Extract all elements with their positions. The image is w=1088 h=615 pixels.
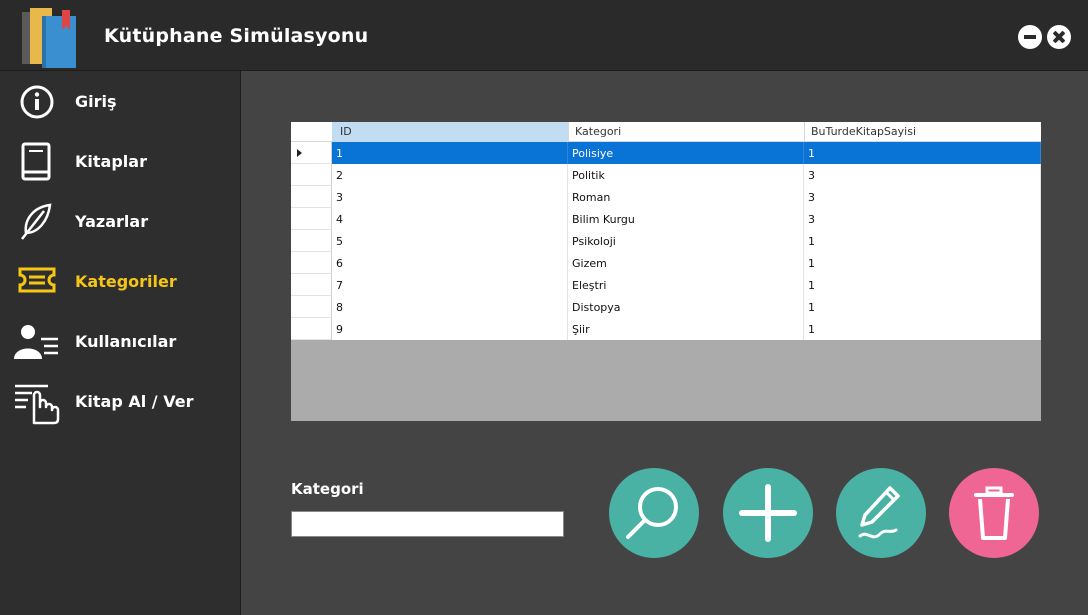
current-row-pointer-icon <box>297 149 302 157</box>
sidebar-item-yazarlar[interactable]: Yazarlar <box>0 195 240 247</box>
trash-icon <box>974 486 1014 540</box>
cell-count[interactable]: 1 <box>804 230 1041 252</box>
row-header[interactable] <box>291 142 332 164</box>
cell-id[interactable]: 2 <box>332 164 568 186</box>
cell-count[interactable]: 1 <box>804 296 1041 318</box>
sidebar-item-kitaplar[interactable]: Kitaplar <box>0 135 240 187</box>
column-header-count[interactable]: BuTurdeKitapSayisi <box>804 122 1041 142</box>
feather-icon <box>21 203 52 240</box>
table-row[interactable]: 3 Roman 3 <box>332 186 1041 208</box>
column-header-kategori[interactable]: Kategori <box>568 122 804 142</box>
add-button[interactable] <box>723 468 813 558</box>
sidebar-item-giris[interactable]: Giriş <box>0 75 240 127</box>
kategori-input[interactable] <box>291 511 564 537</box>
cell-count[interactable]: 1 <box>804 252 1041 274</box>
column-header-id[interactable]: ID <box>332 122 568 142</box>
edit-button[interactable] <box>836 468 926 558</box>
row-header[interactable] <box>291 230 332 252</box>
sidebar-item-label: Kitaplar <box>75 152 147 171</box>
sidebar-item-label: Yazarlar <box>75 212 149 231</box>
table-row[interactable]: 5 Psikoloji 1 <box>332 230 1041 252</box>
cell-id[interactable]: 3 <box>332 186 568 208</box>
row-header[interactable] <box>291 274 332 296</box>
minimize-button[interactable] <box>1018 25 1042 49</box>
cell-kategori[interactable]: Psikoloji <box>568 230 804 252</box>
tag-icon <box>18 267 56 293</box>
table-header: ID Kategori BuTurdeKitapSayisi <box>291 122 1041 142</box>
kategori-table[interactable]: ID Kategori BuTurdeKitapSayisi 1 Polisiye… <box>291 122 1041 421</box>
cell-kategori[interactable]: Eleştri <box>568 274 804 296</box>
sidebar-item-kategoriler[interactable]: Kategoriler <box>0 255 240 307</box>
book-icon <box>21 142 51 181</box>
sidebar-item-kitap-al-ver[interactable]: Kitap Al / Ver <box>0 375 240 427</box>
cell-count[interactable]: 1 <box>804 274 1041 296</box>
table-row[interactable]: 6 Gizem 1 <box>332 252 1041 274</box>
cell-kategori[interactable]: Roman <box>568 186 804 208</box>
cell-kategori[interactable]: Gizem <box>568 252 804 274</box>
pencil-icon <box>858 486 900 539</box>
kategori-label: Kategori <box>291 480 364 498</box>
delete-button[interactable] <box>949 468 1039 558</box>
sidebar-item-kullanicilar[interactable]: Kullanıcılar <box>0 315 240 367</box>
plus-icon <box>739 484 797 542</box>
search-icon <box>626 487 678 539</box>
cell-count[interactable]: 1 <box>804 318 1041 340</box>
table-row[interactable]: 1 Polisiye 1 <box>332 142 1041 164</box>
cell-id[interactable]: 4 <box>332 208 568 230</box>
row-header[interactable] <box>291 318 332 340</box>
row-header[interactable] <box>291 208 332 230</box>
cell-kategori[interactable]: Bilim Kurgu <box>568 208 804 230</box>
cell-id[interactable]: 6 <box>332 252 568 274</box>
title-bar: Kütüphane Simülasyonu <box>0 0 1088 71</box>
cell-kategori[interactable]: Politik <box>568 164 804 186</box>
cell-count[interactable]: 3 <box>804 164 1041 186</box>
row-header[interactable] <box>291 164 332 186</box>
table-row[interactable]: 2 Politik 3 <box>332 164 1041 186</box>
cell-kategori[interactable]: Şiir <box>568 318 804 340</box>
row-header[interactable] <box>291 296 332 318</box>
cell-id[interactable]: 1 <box>332 142 568 164</box>
row-header[interactable] <box>291 186 332 208</box>
cell-count[interactable]: 3 <box>804 186 1041 208</box>
close-button[interactable] <box>1047 25 1071 49</box>
info-icon <box>20 85 54 119</box>
sidebar-item-label: Giriş <box>75 92 117 111</box>
search-button[interactable] <box>609 468 699 558</box>
table-row[interactable]: 4 Bilim Kurgu 3 <box>332 208 1041 230</box>
sidebar-item-label: Kitap Al / Ver <box>75 392 194 411</box>
users-list-icon <box>14 325 58 359</box>
cell-count[interactable]: 1 <box>804 142 1041 164</box>
sidebar: Giriş Kitaplar Yazarlar Kategoriler Kull… <box>0 71 241 615</box>
table-row[interactable]: 9 Şiir 1 <box>332 318 1041 340</box>
cell-id[interactable]: 9 <box>332 318 568 340</box>
hand-pointer-icon <box>15 384 60 425</box>
cell-count[interactable]: 3 <box>804 208 1041 230</box>
app-title: Kütüphane Simülasyonu <box>104 25 369 47</box>
sidebar-item-label: Kullanıcılar <box>75 332 177 351</box>
sidebar-item-label: Kategoriler <box>75 272 177 291</box>
table-row[interactable]: 8 Distopya 1 <box>332 296 1041 318</box>
cell-id[interactable]: 7 <box>332 274 568 296</box>
cell-kategori[interactable]: Polisiye <box>568 142 804 164</box>
table-row[interactable]: 7 Eleştri 1 <box>332 274 1041 296</box>
row-header[interactable] <box>291 252 332 274</box>
cell-id[interactable]: 8 <box>332 296 568 318</box>
cell-id[interactable]: 5 <box>332 230 568 252</box>
library-books-icon <box>22 8 76 68</box>
cell-kategori[interactable]: Distopya <box>568 296 804 318</box>
